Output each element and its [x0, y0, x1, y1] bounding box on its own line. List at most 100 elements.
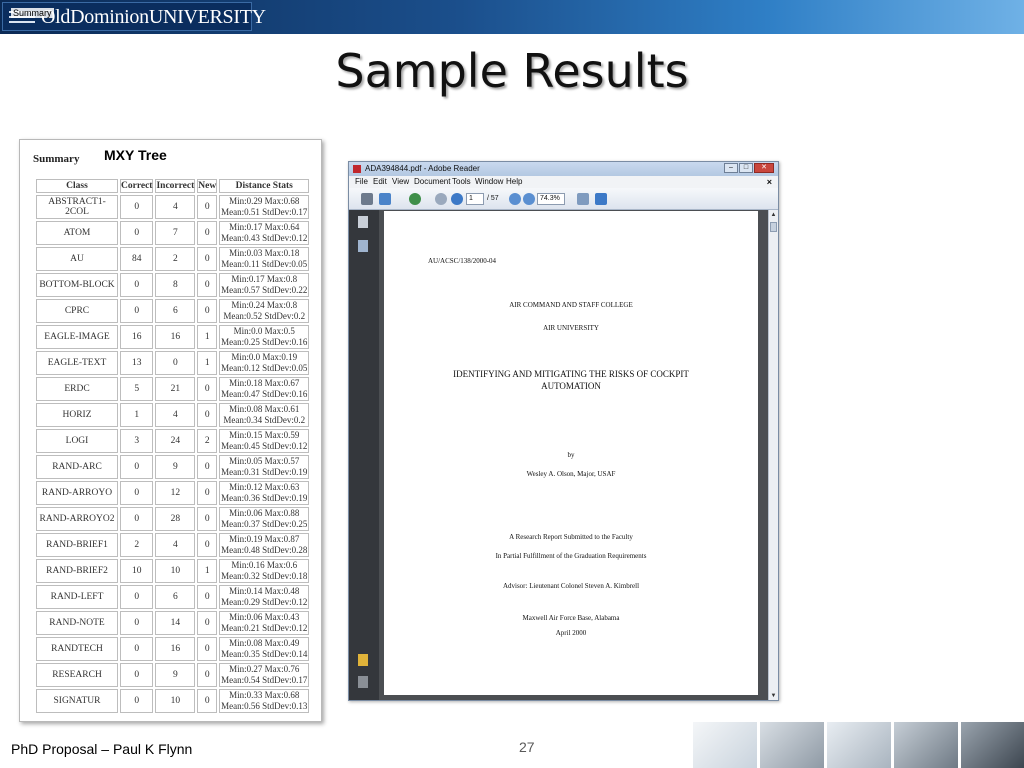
print-icon[interactable]: [361, 193, 373, 205]
slide-title: Sample Results: [335, 44, 689, 98]
document-college: AIR COMMAND AND STAFF COLLEGE: [509, 301, 633, 309]
distance-min-max: Min:0.17 Max:0.64: [229, 222, 300, 232]
new-cell: 0: [197, 663, 218, 687]
fit-page-icon[interactable]: [577, 193, 589, 205]
distance-min-max: Min:0.14 Max:0.48: [229, 586, 300, 596]
distance-mean-stddev: Mean:0.51 StdDev:0.17: [221, 207, 308, 217]
menu-view[interactable]: View: [392, 177, 409, 186]
distance-mean-stddev: Mean:0.54 StdDev:0.17: [221, 675, 308, 685]
menu-edit[interactable]: Edit: [373, 177, 387, 186]
correct-cell: 1: [120, 403, 154, 427]
distance-stats-cell: Min:0.29 Max:0.68 Mean:0.51 StdDev:0.17: [219, 195, 310, 219]
distance-mean-stddev: Mean:0.57 StdDev:0.22: [221, 285, 308, 295]
table-header-row: Class Correct Incorrect New Distance Sta…: [36, 179, 310, 193]
menu-document[interactable]: Document: [414, 177, 450, 186]
previous-page-icon[interactable]: [435, 193, 447, 205]
zoom-out-icon[interactable]: [509, 193, 521, 205]
footer-image: [693, 722, 757, 768]
distance-min-max: Min:0.17 Max:0.8: [231, 274, 298, 284]
distance-stats-cell: Min:0.19 Max:0.87 Mean:0.48 StdDev:0.28: [219, 533, 310, 557]
footer-image: [961, 722, 1024, 768]
distance-mean-stddev: Mean:0.37 StdDev:0.25: [221, 519, 308, 529]
distance-min-max: Min:0.0 Max:0.19: [231, 352, 298, 362]
distance-min-max: Min:0.24 Max:0.8: [231, 300, 298, 310]
bookmarks-icon[interactable]: [358, 240, 368, 252]
document-area[interactable]: AU/ACSC/138/2000-04 AIR COMMAND AND STAF…: [379, 210, 768, 700]
table-row: ABSTRACT1-2COL 0 4 0 Min:0.29 Max:0.68 Mean:0…: [36, 195, 310, 219]
distance-mean-stddev: Mean:0.47 StdDev:0.16: [221, 389, 308, 399]
menu-file[interactable]: File: [355, 177, 368, 186]
correct-cell: 0: [120, 585, 154, 609]
scroll-up-icon[interactable]: ▲: [770, 211, 777, 219]
class-cell: RAND-BRIEF1: [36, 533, 118, 557]
distance-mean-stddev: Mean:0.11 StdDev:0.05: [221, 259, 308, 269]
document-report-line2: In Partial Fulfillment of the Graduation…: [495, 552, 647, 560]
correct-cell: 0: [120, 637, 154, 661]
distance-stats-cell: Min:0.06 Max:0.88 Mean:0.37 StdDev:0.25: [219, 507, 310, 531]
menu-help[interactable]: Help: [506, 177, 522, 186]
incorrect-cell: 21: [155, 377, 196, 401]
correct-cell: 0: [120, 611, 154, 635]
logo-overlay-label: Summary: [11, 8, 54, 18]
column-header: Class: [36, 179, 118, 193]
correct-cell: 0: [120, 663, 154, 687]
new-cell: 1: [197, 351, 218, 375]
new-cell: 0: [197, 299, 218, 323]
new-cell: 0: [197, 195, 218, 219]
class-cell: RAND-BRIEF2: [36, 559, 118, 583]
distance-stats-cell: Min:0.12 Max:0.63 Mean:0.36 StdDev:0.19: [219, 481, 310, 505]
class-cell: RAND-ARC: [36, 455, 118, 479]
pdf-page: AU/ACSC/138/2000-04 AIR COMMAND AND STAF…: [384, 211, 758, 695]
table-row: RAND-BRIEF1 2 4 0 Min:0.19 Max:0.87 Mean:0.48…: [36, 533, 310, 557]
incorrect-cell: 7: [155, 221, 196, 245]
maximize-button[interactable]: □: [739, 163, 753, 173]
zoom-select[interactable]: 74.3%: [537, 193, 565, 205]
summary-table-panel: Summary MXY Tree Class Correct Incorrect…: [19, 139, 322, 722]
vertical-scrollbar[interactable]: ▲ ▼: [768, 210, 778, 700]
table-row: RAND-NOTE 0 14 0 Min:0.06 Max:0.43 Mean:0.21 …: [36, 611, 310, 635]
class-cell: EAGLE-IMAGE: [36, 325, 118, 349]
page-number-input[interactable]: 1: [466, 193, 484, 205]
incorrect-cell: 6: [155, 585, 196, 609]
distance-mean-stddev: Mean:0.56 StdDev:0.13: [221, 701, 308, 711]
distance-mean-stddev: Mean:0.43 StdDev:0.12: [221, 233, 308, 243]
class-cell: LOGI: [36, 429, 118, 453]
zoom-in-icon[interactable]: [523, 193, 535, 205]
class-cell: AU: [36, 247, 118, 271]
distance-mean-stddev: Mean:0.48 StdDev:0.28: [221, 545, 308, 555]
fit-width-icon[interactable]: [595, 193, 607, 205]
scroll-thumb[interactable]: [770, 222, 777, 232]
table-row: RAND-BRIEF2 10 10 1 Min:0.16 Max:0.6 Mean:0.3…: [36, 559, 310, 583]
minimize-button[interactable]: –: [724, 163, 738, 173]
table-row: EAGLE-IMAGE 16 16 1 Min:0.0 Max:0.5 Mean:0.25…: [36, 325, 310, 349]
collaborate-icon[interactable]: [409, 193, 421, 205]
distance-stats-cell: Min:0.15 Max:0.59 Mean:0.45 StdDev:0.12: [219, 429, 310, 453]
distance-stats-cell: Min:0.18 Max:0.67 Mean:0.47 StdDev:0.16: [219, 377, 310, 401]
next-page-icon[interactable]: [451, 193, 463, 205]
menu-window[interactable]: Window: [475, 177, 503, 186]
attachments-icon[interactable]: [358, 676, 368, 688]
correct-cell: 0: [120, 299, 154, 323]
footer-image: [760, 722, 824, 768]
distance-mean-stddev: Mean:0.52 StdDev:0.2: [223, 311, 306, 321]
email-icon[interactable]: [379, 193, 391, 205]
pages-icon[interactable]: [358, 216, 368, 228]
scroll-down-icon[interactable]: ▼: [770, 692, 777, 700]
document-close-icon[interactable]: ×: [767, 177, 772, 187]
summary-table: Class Correct Incorrect New Distance Sta…: [34, 177, 311, 715]
menu-tools[interactable]: Tools: [452, 177, 471, 186]
new-cell: 0: [197, 533, 218, 557]
table-row: RAND-ARC 0 9 0 Min:0.05 Max:0.57 Mean:0.31 St…: [36, 455, 310, 479]
new-cell: 0: [197, 481, 218, 505]
table-row: HORIZ 1 4 0 Min:0.08 Max:0.61 Mean:0.34 StdDe…: [36, 403, 310, 427]
document-author: Wesley A. Olson, Major, USAF: [526, 470, 616, 478]
distance-min-max: Min:0.06 Max:0.43: [229, 612, 300, 622]
document-id: AU/ACSC/138/2000-04: [428, 257, 497, 265]
distance-min-max: Min:0.27 Max:0.76: [229, 664, 300, 674]
column-header: Incorrect: [155, 179, 196, 193]
table-row: RANDTECH 0 16 0 Min:0.08 Max:0.49 Mean:0.35 S…: [36, 637, 310, 661]
comments-icon[interactable]: [358, 654, 368, 666]
close-button[interactable]: ✕: [754, 163, 774, 173]
correct-cell: 0: [120, 689, 154, 713]
incorrect-cell: 12: [155, 481, 196, 505]
